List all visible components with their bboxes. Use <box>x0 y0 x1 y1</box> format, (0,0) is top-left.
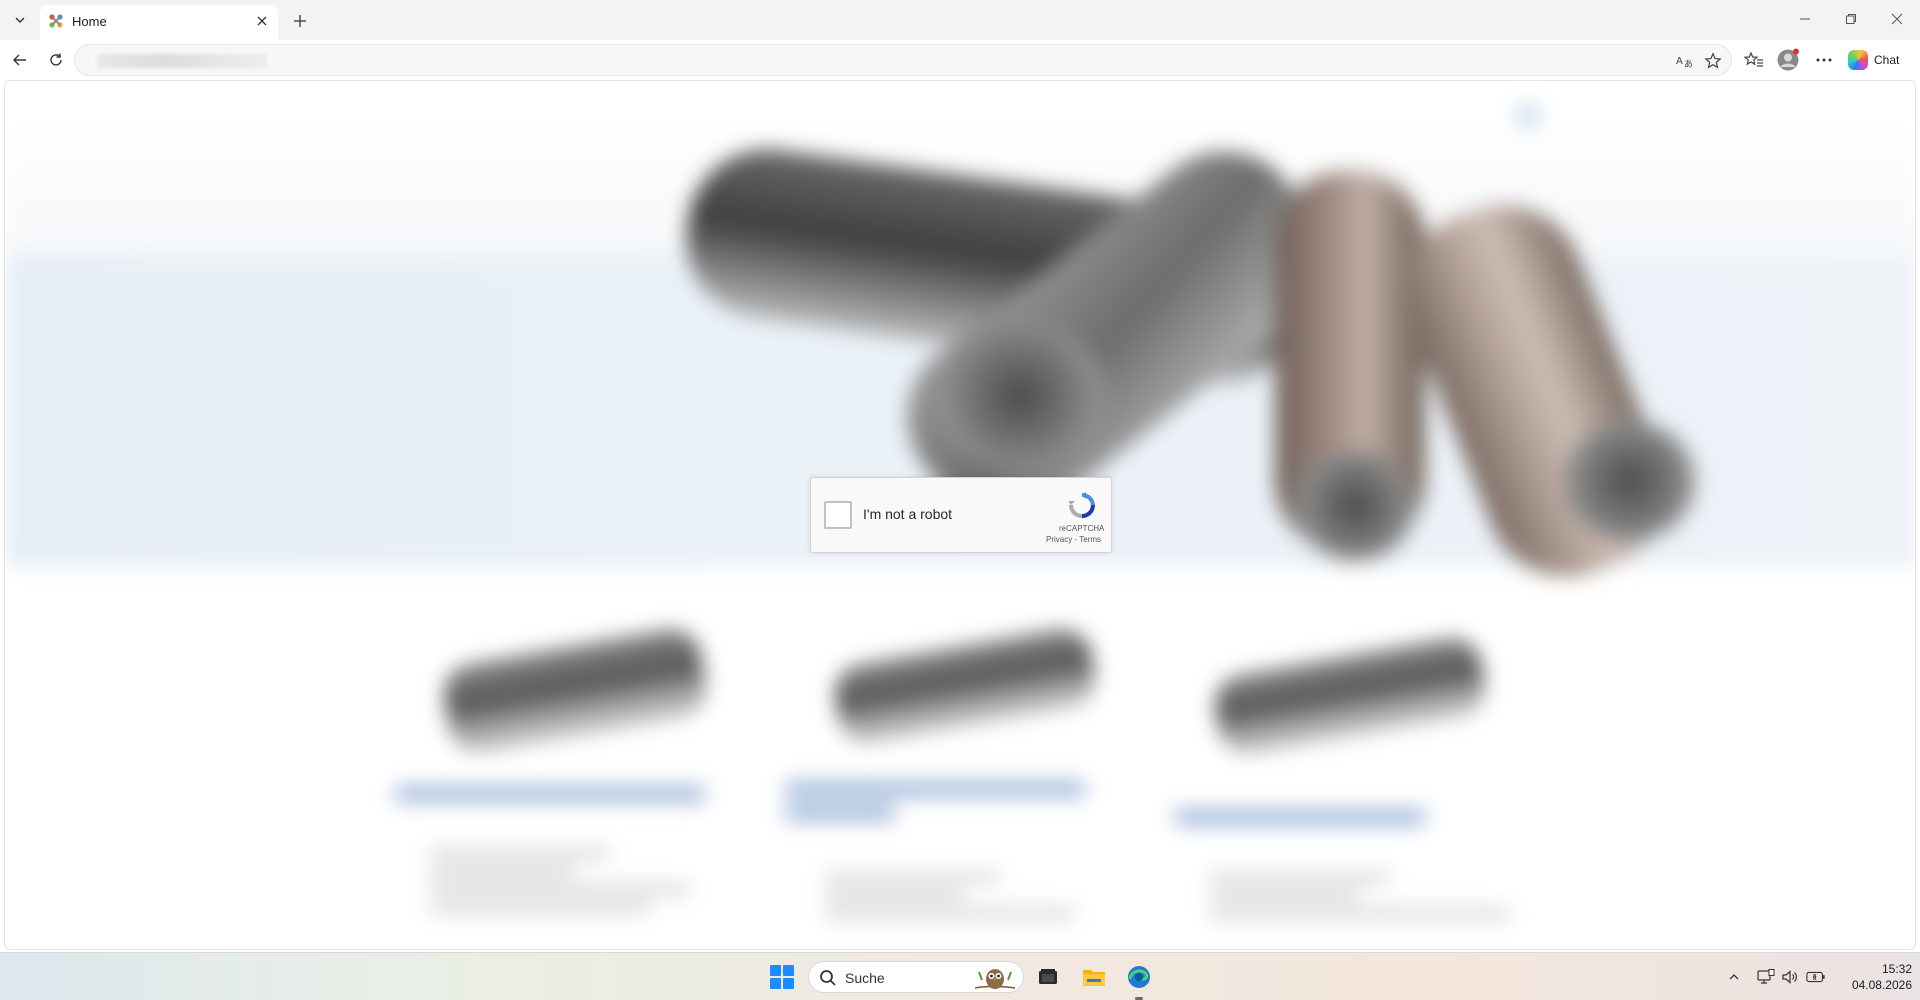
reload-icon[interactable] <box>44 48 68 72</box>
windows-start-icon[interactable] <box>770 965 794 989</box>
svg-text:あ: あ <box>1684 59 1693 69</box>
close-window-icon[interactable] <box>1882 6 1912 32</box>
taskbar-search[interactable]: Suche <box>808 961 1024 993</box>
page-viewport: I'm not a robot reCAPTCHA Privacy - Term… <box>4 80 1916 950</box>
recaptcha-brand: reCAPTCHA <box>1059 524 1105 533</box>
favorites-icon[interactable] <box>1742 48 1766 72</box>
product-image <box>1210 633 1490 759</box>
recaptcha-widget: I'm not a robot reCAPTCHA Privacy - Term… <box>810 477 1112 553</box>
title-bar: Home <box>0 0 1920 40</box>
chat-button[interactable]: Chat <box>1848 46 1899 74</box>
battery-icon[interactable] <box>1806 967 1826 987</box>
more-icon[interactable] <box>1812 48 1836 72</box>
recaptcha-privacy-link[interactable]: Privacy <box>1046 535 1072 544</box>
restore-icon[interactable] <box>1836 6 1866 32</box>
recaptcha-links: Privacy - Terms <box>1046 535 1101 544</box>
tab-title: Home <box>72 14 107 29</box>
chat-label: Chat <box>1874 53 1900 67</box>
edge-icon[interactable] <box>1125 963 1153 991</box>
url-text-redacted <box>97 54 267 68</box>
profile-icon[interactable] <box>1776 48 1800 72</box>
clock-date: 04.08.2026 <box>1851 978 1912 992</box>
tab-list-icon[interactable] <box>8 8 32 32</box>
recaptcha-checkbox[interactable] <box>824 501 852 529</box>
browser-tab[interactable]: Home <box>40 5 278 40</box>
star-icon[interactable] <box>1703 51 1723 71</box>
minimize-icon[interactable] <box>1790 6 1820 32</box>
copilot-icon <box>1848 50 1868 70</box>
chevron-up-icon[interactable] <box>1724 967 1744 987</box>
product-image <box>439 624 711 758</box>
clock-time: 15:32 <box>1881 962 1912 976</box>
close-icon[interactable] <box>254 13 270 29</box>
file-explorer-icon[interactable] <box>1080 963 1108 991</box>
recaptcha-label: I'm not a robot <box>863 506 953 522</box>
task-view-icon[interactable] <box>1034 963 1062 991</box>
taskbar-clock[interactable]: 15:32 04.08.2026 <box>1832 961 1912 993</box>
back-arrow-icon[interactable] <box>8 48 32 72</box>
windows-taskbar: Suche 15:32 04.08.2026 <box>0 952 1920 1000</box>
search-placeholder: Suche <box>845 970 885 986</box>
recaptcha-terms-link[interactable]: Terms <box>1079 535 1101 544</box>
volume-icon[interactable] <box>1780 967 1800 987</box>
product-image <box>830 624 1100 748</box>
plus-icon[interactable] <box>288 9 312 33</box>
browser-toolbar: Aあ Chat <box>0 40 1920 80</box>
network-icon[interactable] <box>1756 967 1776 987</box>
address-bar[interactable]: Aあ <box>74 44 1732 76</box>
search-highlight-owl-icon <box>973 964 1017 992</box>
svg-text:A: A <box>1676 56 1683 67</box>
translate-icon[interactable]: Aあ <box>1675 51 1695 71</box>
joomla-icon <box>48 13 64 29</box>
recaptcha-logo-icon <box>1067 492 1097 520</box>
search-icon <box>819 969 837 987</box>
